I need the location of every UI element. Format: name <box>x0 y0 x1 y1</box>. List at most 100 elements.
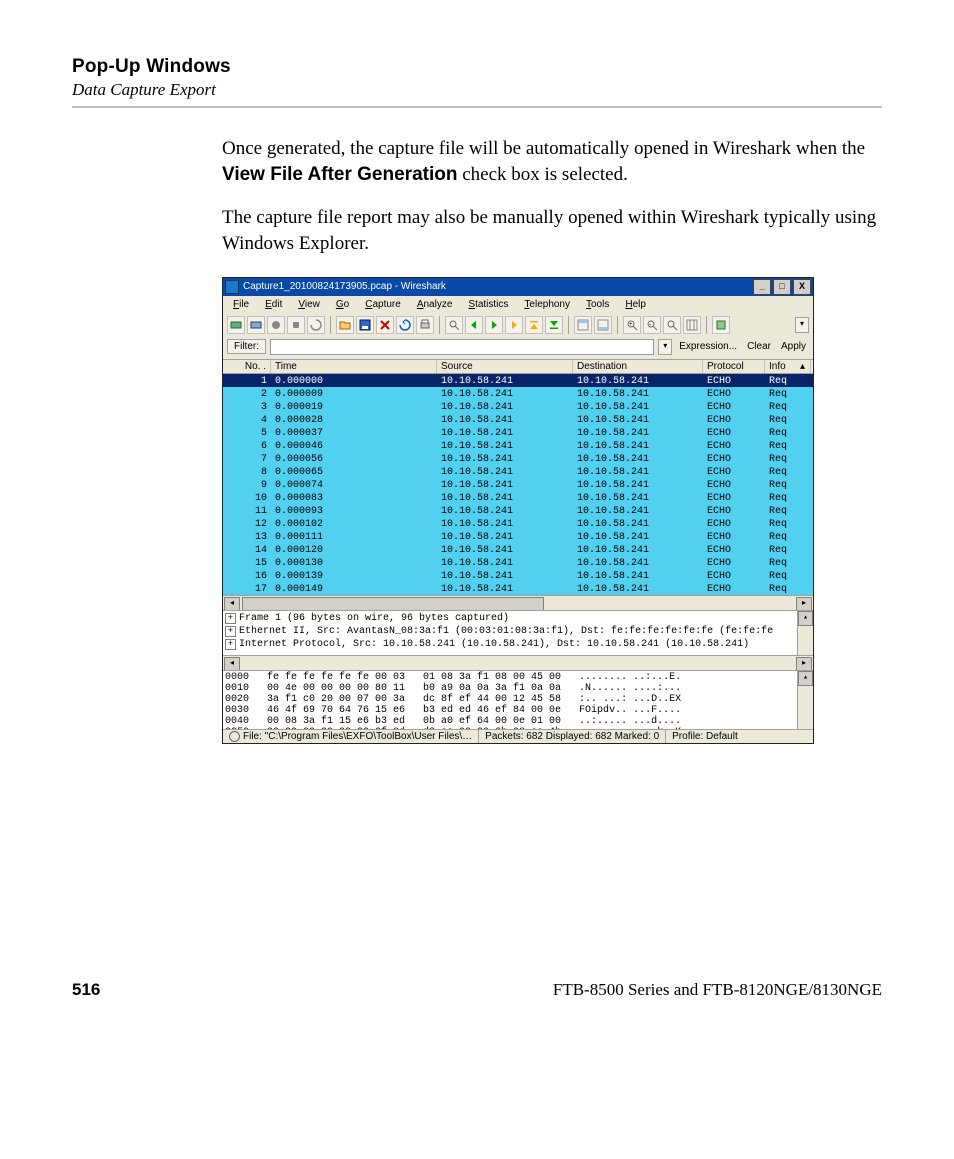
menu-tools[interactable]: Tools <box>580 298 615 311</box>
menu-statistics[interactable]: Statistics <box>462 298 514 311</box>
stop-capture-icon[interactable] <box>287 316 305 334</box>
packet-list: No. . Time Source Destination Protocol I… <box>223 359 813 610</box>
menu-telephony[interactable]: Telephony <box>518 298 576 311</box>
status-packets: Packets: 682 Displayed: 682 Marked: 0 <box>479 730 666 743</box>
page-subheading: Data Capture Export <box>72 80 882 100</box>
scroll-right-icon[interactable]: ▸ <box>796 597 812 611</box>
scroll-right-icon[interactable]: ▸ <box>796 657 812 671</box>
packet-row[interactable]: 150.00013010.10.58.24110.10.58.241ECHORe… <box>223 556 813 569</box>
col-header-source[interactable]: Source <box>437 360 573 373</box>
packet-row[interactable]: 40.00002810.10.58.24110.10.58.241ECHOReq <box>223 413 813 426</box>
restart-capture-icon[interactable] <box>307 316 325 334</box>
expand-icon[interactable]: + <box>225 639 236 650</box>
packet-row[interactable]: 110.00009310.10.58.24110.10.58.241ECHORe… <box>223 504 813 517</box>
packet-row[interactable]: 100.00008310.10.58.24110.10.58.241ECHORe… <box>223 491 813 504</box>
find-icon[interactable] <box>445 316 463 334</box>
maximize-button[interactable]: □ <box>773 279 791 295</box>
reload-icon[interactable] <box>396 316 414 334</box>
capture-interfaces-icon[interactable] <box>227 316 245 334</box>
packet-list-header[interactable]: No. . Time Source Destination Protocol I… <box>223 359 813 374</box>
app-icon <box>225 280 239 294</box>
packet-row[interactable]: 70.00005610.10.58.24110.10.58.241ECHOReq <box>223 452 813 465</box>
packet-row[interactable]: 90.00007410.10.58.24110.10.58.241ECHOReq <box>223 478 813 491</box>
filter-bar: Filter: ▾ Expression... Clear Apply <box>223 337 813 359</box>
apply-link[interactable]: Apply <box>778 341 809 352</box>
packet-row[interactable]: 170.00014910.10.58.24110.10.58.241ECHORe… <box>223 582 813 595</box>
paragraph-2: The capture file report may also be manu… <box>222 205 882 256</box>
go-first-icon[interactable] <box>525 316 543 334</box>
filter-button[interactable]: Filter: <box>227 339 266 354</box>
expand-icon[interactable]: + <box>225 613 236 624</box>
hex-v-scrollbar[interactable]: ▴ <box>797 671 813 729</box>
colorize-icon[interactable] <box>574 316 592 334</box>
tree-v-scrollbar[interactable]: ▴ <box>797 611 813 655</box>
packet-row[interactable]: 140.00012010.10.58.24110.10.58.241ECHORe… <box>223 543 813 556</box>
clear-link[interactable]: Clear <box>744 341 774 352</box>
scroll-up-icon[interactable]: ▴ <box>795 360 811 373</box>
zoom-out-icon[interactable]: - <box>643 316 661 334</box>
footer-doc-title: FTB-8500 Series and FTB-8120NGE/8130NGE <box>553 980 882 1000</box>
packet-row[interactable]: 120.00010210.10.58.24110.10.58.241ECHORe… <box>223 517 813 530</box>
scroll-thumb[interactable] <box>242 597 544 611</box>
menu-view[interactable]: View <box>292 298 326 311</box>
packet-row[interactable]: 60.00004610.10.58.24110.10.58.241ECHOReq <box>223 439 813 452</box>
scroll-left-icon[interactable]: ◂ <box>224 597 240 611</box>
go-back-icon[interactable] <box>465 316 483 334</box>
minimize-button[interactable]: _ <box>753 279 771 295</box>
packet-row[interactable]: 160.00013910.10.58.24110.10.58.241ECHORe… <box>223 569 813 582</box>
col-header-time[interactable]: Time <box>271 360 437 373</box>
col-header-protocol[interactable]: Protocol <box>703 360 765 373</box>
filter-input[interactable] <box>270 339 654 355</box>
col-header-no[interactable]: No. . <box>223 360 271 373</box>
go-to-icon[interactable] <box>505 316 523 334</box>
page-number: 516 <box>72 980 100 1000</box>
tree-h-scrollbar[interactable]: ◂ ▸ <box>223 655 813 670</box>
packet-row[interactable]: 10.00000010.10.58.24110.10.58.241ECHOReq <box>223 374 813 387</box>
expression-link[interactable]: Expression... <box>676 341 740 352</box>
packet-row[interactable]: 50.00003710.10.58.24110.10.58.241ECHOReq <box>223 426 813 439</box>
zoom-in-icon[interactable]: + <box>623 316 641 334</box>
zoom-100-icon[interactable] <box>663 316 681 334</box>
resize-columns-icon[interactable] <box>683 316 701 334</box>
print-icon[interactable] <box>416 316 434 334</box>
filter-dropdown-icon[interactable]: ▾ <box>658 339 672 355</box>
col-header-info[interactable]: Info <box>765 360 795 373</box>
capture-filters-icon[interactable] <box>712 316 730 334</box>
wireshark-window: Capture1_20100824173905.pcap - Wireshark… <box>222 277 814 744</box>
go-last-icon[interactable] <box>545 316 563 334</box>
menu-analyze[interactable]: Analyze <box>411 298 459 311</box>
svg-text:-: - <box>649 322 651 328</box>
packet-row[interactable]: 30.00001910.10.58.24110.10.58.241ECHOReq <box>223 400 813 413</box>
menu-capture[interactable]: Capture <box>359 298 407 311</box>
hex-dump-pane[interactable]: 0000 fe fe fe fe fe fe 00 03 01 08 3a f1… <box>223 670 813 729</box>
menu-edit[interactable]: Edit <box>259 298 288 311</box>
start-capture-icon[interactable] <box>267 316 285 334</box>
col-header-destination[interactable]: Destination <box>573 360 703 373</box>
auto-scroll-icon[interactable] <box>594 316 612 334</box>
save-file-icon[interactable] <box>356 316 374 334</box>
close-file-icon[interactable] <box>376 316 394 334</box>
menu-help[interactable]: Help <box>619 298 652 311</box>
go-forward-icon[interactable] <box>485 316 503 334</box>
packet-row[interactable]: 130.00011110.10.58.24110.10.58.241ECHORe… <box>223 530 813 543</box>
packet-row[interactable]: 80.00006510.10.58.24110.10.58.241ECHOReq <box>223 465 813 478</box>
svg-text:+: + <box>629 322 633 328</box>
window-title: Capture1_20100824173905.pcap - Wireshark <box>243 281 751 292</box>
toolbar-overflow-icon[interactable]: ▾ <box>795 317 809 333</box>
packet-row[interactable]: 20.00000910.10.58.24110.10.58.241ECHOReq <box>223 387 813 400</box>
page-heading: Pop-Up Windows <box>72 56 882 78</box>
open-file-icon[interactable] <box>336 316 354 334</box>
menubar: File Edit View Go Capture AnalyzeStatistics Te… <box>223 296 813 313</box>
expand-icon[interactable]: + <box>225 626 236 637</box>
status-profile: Profile: Default <box>666 730 813 743</box>
capture-options-icon[interactable] <box>247 316 265 334</box>
packet-h-scrollbar[interactable]: ◂ ▸ <box>223 595 813 610</box>
close-button[interactable]: X <box>793 279 811 295</box>
menu-file[interactable]: File <box>227 298 255 311</box>
statusbar: File: "C:\Program Files\EXFO\ToolBox\Use… <box>223 729 813 743</box>
bold-phrase: View File After Generation <box>222 164 457 185</box>
titlebar[interactable]: Capture1_20100824173905.pcap - Wireshark… <box>223 278 813 296</box>
scroll-left-icon[interactable]: ◂ <box>224 657 240 671</box>
menu-go[interactable]: Go <box>330 298 355 311</box>
packet-details-tree[interactable]: +Frame 1 (96 bytes on wire, 96 bytes cap… <box>223 610 813 655</box>
